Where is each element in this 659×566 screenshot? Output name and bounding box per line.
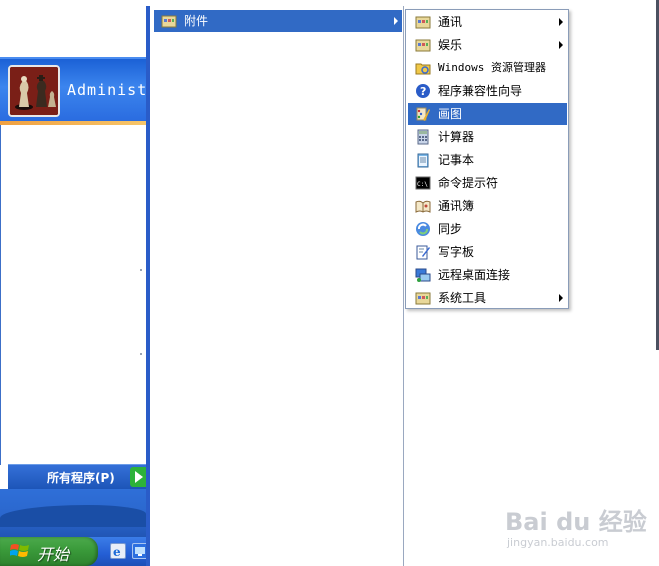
watermark-url: jingyan.baidu.com: [507, 536, 609, 549]
folder-icon: [415, 16, 431, 29]
arrow-right-icon: [130, 467, 146, 487]
footer-decoration: [0, 505, 146, 527]
calculator-icon: [417, 129, 429, 145]
menu-item-accessories[interactable]: 附件: [154, 10, 402, 32]
user-avatar[interactable]: [8, 65, 60, 117]
start-menu: Administ 所有程序(P): [0, 57, 146, 541]
sync-icon: [416, 222, 430, 236]
menu-item-remote-desktop[interactable]: 远程桌面连接: [408, 264, 567, 286]
menu-item-windows-explorer[interactable]: Windows 资源管理器: [408, 57, 567, 79]
menu-item-label: 同步: [438, 222, 463, 236]
all-programs-button[interactable]: 所有程序(P): [8, 464, 146, 489]
watermark-brand: Bai du 经验: [505, 508, 647, 536]
internet-explorer-icon[interactable]: e: [110, 543, 126, 559]
menu-item-label: 写字板: [438, 245, 475, 259]
taskbar: 开始 e: [0, 537, 150, 566]
user-name: Administ: [67, 81, 148, 99]
menu-item-address-book[interactable]: 通讯簿: [408, 195, 567, 217]
menu-item-label: 附件: [184, 14, 209, 28]
menu-item-notepad[interactable]: 记事本: [408, 149, 567, 171]
folder-icon: [415, 39, 431, 52]
menu-item-wordpad[interactable]: 写字板: [408, 241, 567, 263]
chevron-right-icon: [559, 18, 563, 26]
menu-item-label: 程序兼容性向导: [438, 84, 523, 98]
menu-item-label: 画图: [438, 107, 463, 121]
chevron-right-icon: [559, 41, 563, 49]
menu-item-label: 通讯: [438, 15, 463, 29]
folder-icon: [415, 292, 431, 305]
menu-item-synchronize[interactable]: 同步: [408, 218, 567, 240]
menu-item-paint[interactable]: 画图: [408, 103, 567, 125]
menu-item-label: 命令提示符: [438, 176, 499, 190]
menu-item-label: 娱乐: [438, 38, 463, 52]
svg-text:C:\: C:\: [417, 181, 428, 188]
chevron-right-icon: [559, 294, 563, 302]
separator-dot: [140, 269, 142, 271]
menu-item-entertainment[interactable]: 娱乐: [408, 34, 567, 56]
menu-item-command-prompt[interactable]: C:\ 命令提示符: [408, 172, 567, 194]
help-icon: ?: [416, 84, 430, 98]
menu-item-label: 计算器: [438, 130, 475, 144]
start-menu-header: Administ: [0, 57, 146, 121]
remote-desktop-icon: [415, 268, 431, 282]
separator-dot: [140, 353, 142, 355]
menu-item-label: 远程桌面连接: [438, 268, 511, 282]
address-book-icon: [415, 200, 431, 213]
svg-text:e: e: [113, 545, 121, 558]
menu-item-compatibility-wizard[interactable]: ? 程序兼容性向导: [408, 80, 567, 102]
svg-text:?: ?: [420, 85, 426, 98]
menu-item-communications[interactable]: 通讯: [408, 11, 567, 33]
chess-pieces-icon: [10, 67, 58, 115]
explorer-icon: [415, 63, 431, 75]
windows-logo-icon: [10, 544, 29, 557]
notepad-icon: [417, 153, 429, 168]
watermark: Bai du 经验 jingyan.baidu.com: [505, 500, 650, 555]
menu-item-system-tools[interactable]: 系统工具: [408, 287, 567, 309]
program-group-icon: [161, 15, 177, 28]
command-prompt-icon: C:\: [415, 176, 431, 190]
menu-item-label: Windows 资源管理器: [438, 61, 546, 74]
start-button[interactable]: 开始: [0, 537, 98, 566]
programs-menu: 附件: [146, 6, 404, 566]
all-programs-label: 所有程序(P): [47, 471, 115, 485]
menu-item-label: 通讯簿: [438, 199, 475, 213]
pinned-programs-area: [0, 125, 146, 465]
menu-item-calculator[interactable]: 计算器: [408, 126, 567, 148]
paint-icon: [416, 107, 430, 121]
menu-item-label: 系统工具: [438, 291, 487, 305]
start-label: 开始: [37, 545, 70, 564]
menu-item-label: 记事本: [438, 153, 475, 167]
chevron-right-icon: [394, 17, 398, 25]
accessories-submenu: 通讯 娱乐 Windows 资源管理器 ? 程序兼容性向导 画图 计算器 记事本…: [405, 9, 569, 309]
start-menu-footer: [0, 489, 146, 541]
wordpad-icon: [416, 245, 430, 260]
